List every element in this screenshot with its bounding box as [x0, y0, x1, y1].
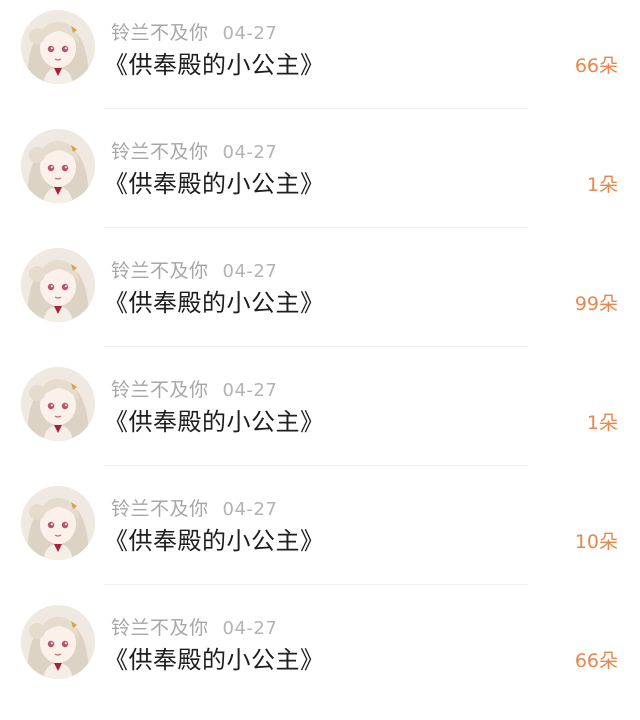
meta-line: 铃兰不及你 04-27 [111, 494, 277, 520]
anime-girl-avatar-icon [21, 10, 95, 84]
book-title[interactable]: 《供奉殿的小公主》 [104, 402, 325, 437]
date-label: 04-27 [222, 23, 278, 44]
date-label: 04-27 [222, 142, 278, 163]
username[interactable]: 铃兰不及你 [111, 260, 209, 282]
anime-girl-avatar-icon [21, 605, 95, 679]
username[interactable]: 铃兰不及你 [111, 617, 209, 639]
anime-girl-avatar-icon [21, 486, 95, 560]
book-title[interactable]: 《供奉殿的小公主》 [104, 45, 325, 80]
gift-count: 1朵 [586, 412, 618, 434]
date-label: 04-27 [222, 261, 278, 282]
date-label: 04-27 [222, 499, 278, 520]
gift-count: 1朵 [586, 174, 618, 196]
divider [104, 227, 528, 228]
username[interactable]: 铃兰不及你 [111, 141, 209, 163]
book-title[interactable]: 《供奉殿的小公主》 [104, 283, 325, 318]
book-title[interactable]: 《供奉殿的小公主》 [104, 640, 325, 675]
list-item[interactable]: 铃兰不及你 04-27 《供奉殿的小公主》 1朵 [0, 357, 640, 476]
gift-count: 66朵 [574, 650, 618, 672]
meta-line: 铃兰不及你 04-27 [111, 613, 277, 639]
anime-girl-avatar-icon [21, 367, 95, 441]
avatar[interactable] [21, 129, 95, 203]
list-item[interactable]: 铃兰不及你 04-27 《供奉殿的小公主》 99朵 [0, 238, 640, 357]
anime-girl-avatar-icon [21, 129, 95, 203]
meta-line: 铃兰不及你 04-27 [111, 256, 277, 282]
username[interactable]: 铃兰不及你 [111, 379, 209, 401]
avatar[interactable] [21, 10, 95, 84]
book-title[interactable]: 《供奉殿的小公主》 [104, 521, 325, 556]
list-item[interactable]: 铃兰不及你 04-27 《供奉殿的小公主》 10朵 [0, 476, 640, 595]
book-title[interactable]: 《供奉殿的小公主》 [104, 164, 325, 199]
gift-count: 99朵 [574, 293, 618, 315]
avatar[interactable] [21, 605, 95, 679]
divider [104, 346, 528, 347]
username[interactable]: 铃兰不及你 [111, 498, 209, 520]
date-label: 04-27 [222, 380, 278, 401]
avatar[interactable] [21, 248, 95, 322]
date-label: 04-27 [222, 618, 278, 639]
divider [104, 465, 528, 466]
meta-line: 铃兰不及你 04-27 [111, 375, 277, 401]
meta-line: 铃兰不及你 04-27 [111, 18, 277, 44]
divider [104, 108, 528, 109]
meta-line: 铃兰不及你 04-27 [111, 137, 277, 163]
gift-count: 66朵 [574, 55, 618, 77]
username[interactable]: 铃兰不及你 [111, 22, 209, 44]
avatar[interactable] [21, 367, 95, 441]
list-item[interactable]: 铃兰不及你 04-27 《供奉殿的小公主》 66朵 [0, 0, 640, 119]
list-item[interactable]: 铃兰不及你 04-27 《供奉殿的小公主》 66朵 [0, 595, 640, 714]
avatar[interactable] [21, 486, 95, 560]
anime-girl-avatar-icon [21, 248, 95, 322]
gift-record-list: 铃兰不及你 04-27 《供奉殿的小公主》 66朵 铃兰不及你 04-27 《供… [0, 0, 640, 720]
gift-count: 10朵 [574, 531, 618, 553]
divider [104, 584, 528, 585]
list-item[interactable]: 铃兰不及你 04-27 《供奉殿的小公主》 1朵 [0, 119, 640, 238]
